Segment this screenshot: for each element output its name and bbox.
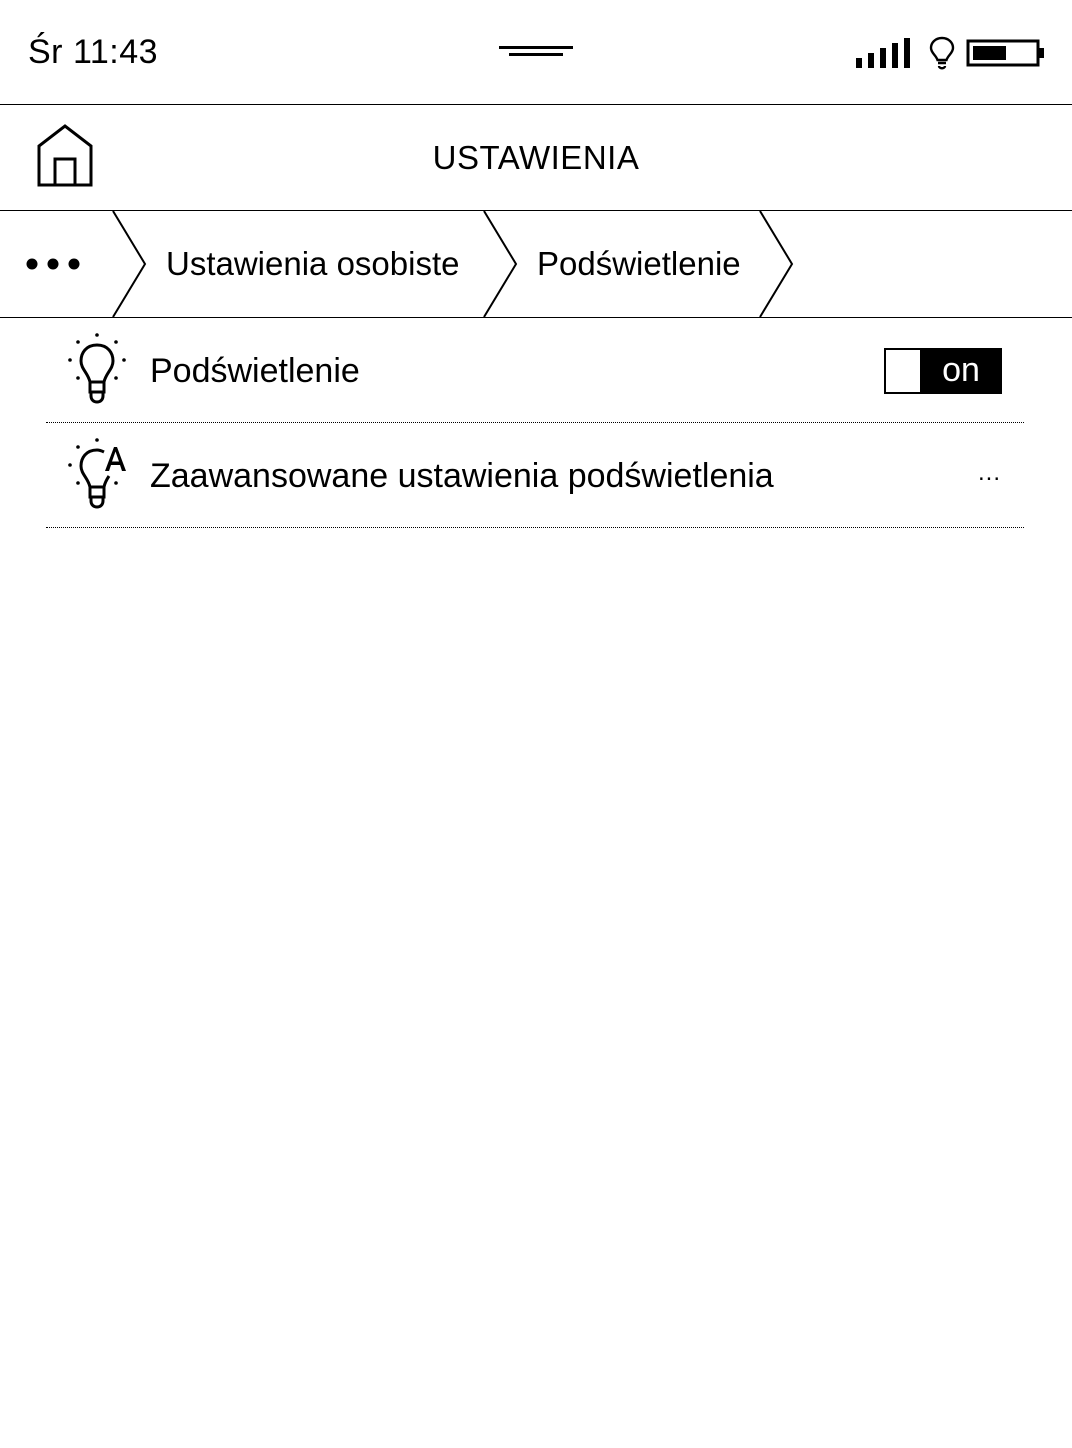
toggle-knob <box>886 350 920 392</box>
status-bar: Śr 11:43 <box>0 0 1072 105</box>
list-item-frontlight[interactable]: Podświetlenie on <box>46 318 1024 423</box>
list-item-advanced-frontlight[interactable]: Zaawansowane ustawienia podświetlenia ..… <box>46 423 1024 528</box>
battery-icon <box>966 38 1046 68</box>
lightbulb-icon <box>64 332 130 410</box>
signal-strength-icon <box>856 38 916 68</box>
breadcrumb-item-frontlight[interactable]: Podświetlenie <box>537 243 741 285</box>
ellipsis-icon <box>26 258 80 270</box>
drag-handle-icon[interactable] <box>499 44 573 60</box>
breadcrumb-separators <box>112 211 794 317</box>
settings-list: Podświetlenie on Zaawansowane ustawienia… <box>46 318 1024 528</box>
frontlight-status-icon <box>928 36 956 70</box>
lightbulb-a-icon <box>64 437 130 515</box>
header: USTAWIENIA <box>0 105 1072 211</box>
frontlight-toggle[interactable]: on <box>884 348 1002 394</box>
toggle-state-label: on <box>920 348 1002 394</box>
breadcrumb: Ustawienia osobiste Podświetlenie <box>0 211 1072 318</box>
list-item-label: Zaawansowane ustawienia podświetlenia <box>150 457 774 495</box>
more-options-indicator: ... <box>978 459 1002 486</box>
status-time: Śr 11:43 <box>28 33 159 71</box>
page-title: USTAWIENIA <box>432 139 640 176</box>
list-item-label: Podświetlenie <box>150 352 360 390</box>
breadcrumb-more-button[interactable] <box>14 231 94 297</box>
breadcrumb-item-personal-settings[interactable]: Ustawienia osobiste <box>166 243 460 285</box>
